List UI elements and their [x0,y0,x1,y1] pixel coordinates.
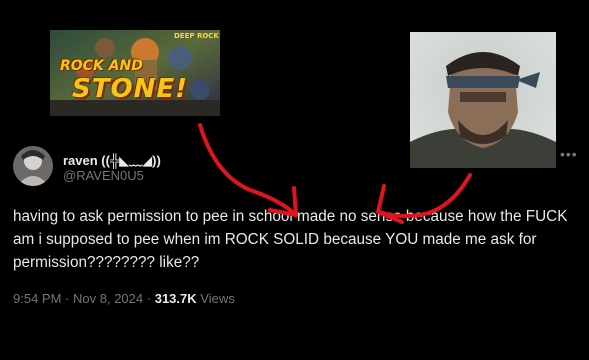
views-label: Views [200,291,235,306]
image-text-line2: STONE! [72,74,188,104]
snake-portrait-image [410,32,556,168]
display-name[interactable]: raven ((╬◣﹏◢)) [63,150,161,169]
user-handle[interactable]: @RAVEN0U5 [63,168,144,183]
avatar[interactable] [13,146,53,186]
image-corner-logo: DEEP ROCK [174,32,219,40]
tweet-text: having to ask permission to pee in schoo… [13,208,568,271]
image-text-line1: ROCK AND [60,58,143,74]
tweet-meta: 9:54 PM · Nov 8, 2024 · 313.7K Views [13,291,235,306]
tweet-time[interactable]: 9:54 PM [13,291,61,306]
meta-separator: · [65,291,70,306]
rock-and-stone-image: ROCK AND STONE! DEEP ROCK [50,30,220,116]
tweet-date[interactable]: Nov 8, 2024 [73,291,143,306]
more-icon[interactable]: ••• [560,146,582,162]
meta-separator: · [146,291,152,306]
views-count: 313.7K [154,291,197,306]
